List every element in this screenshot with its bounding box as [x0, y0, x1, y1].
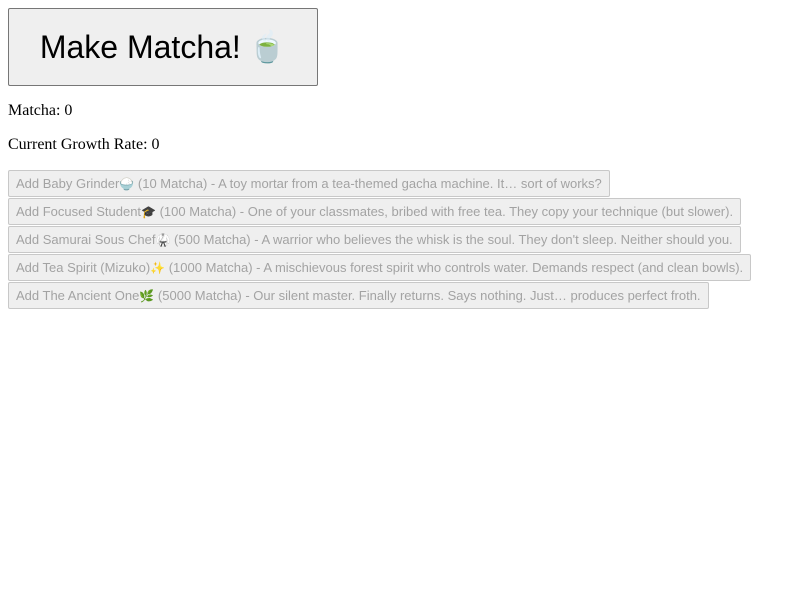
growth-rate-value: 0	[151, 136, 160, 153]
upgrade-description: (500 Matcha) - A warrior who believes th…	[170, 232, 733, 247]
upgrade-description: (5000 Matcha) - Our silent master. Final…	[154, 288, 701, 303]
upgrade-prefix: Add The Ancient One	[16, 288, 140, 303]
upgrade-prefix: Add Baby Grinder	[16, 176, 120, 191]
matcha-count: Matcha: 0	[8, 102, 792, 120]
matcha-count-value: 0	[64, 102, 73, 119]
herb-icon: 🌿	[139, 289, 155, 303]
app-root: Make Matcha! 🍵 Matcha: 0 Current Growth …	[0, 0, 800, 318]
add-ancient-one-button[interactable]: Add The Ancient One🌿 (5000 Matcha) - Our…	[8, 282, 709, 309]
rice-bowl-icon: 🍚	[119, 177, 135, 191]
sparkles-icon: ✨	[150, 261, 166, 275]
upgrade-description: (10 Matcha) - A toy mortar from a tea-th…	[134, 176, 602, 191]
growth-rate: Current Growth Rate: 0	[8, 136, 792, 154]
upgrade-description: (100 Matcha) - One of your classmates, b…	[155, 204, 734, 219]
add-tea-spirit-button[interactable]: Add Tea Spirit (Mizuko)✨ (1000 Matcha) -…	[8, 254, 752, 281]
add-samurai-sous-chef-button[interactable]: Add Samurai Sous Chef🥋 (500 Matcha) - A …	[8, 226, 741, 253]
make-matcha-label: Make Matcha!	[39, 28, 241, 65]
graduation-cap-icon: 🎓	[141, 205, 156, 219]
upgrade-description: (1000 Matcha) - A mischievous forest spi…	[165, 260, 744, 275]
upgrade-prefix: Add Tea Spirit (Mizuko)	[16, 260, 151, 275]
samurai-icon: 🥋	[155, 233, 171, 247]
upgrade-prefix: Add Samurai Sous Chef	[16, 232, 156, 247]
add-baby-grinder-button[interactable]: Add Baby Grinder🍚 (10 Matcha) - A toy mo…	[8, 170, 610, 197]
growth-rate-label: Current Growth Rate:	[8, 136, 152, 153]
tea-cup-icon: 🍵	[248, 30, 287, 64]
matcha-count-label: Matcha:	[8, 102, 65, 119]
add-focused-student-button[interactable]: Add Focused Student🎓 (100 Matcha) - One …	[8, 198, 742, 225]
upgrade-prefix: Add Focused Student	[16, 204, 142, 219]
upgrade-list: Add Baby Grinder🍚 (10 Matcha) - A toy mo…	[8, 170, 792, 310]
make-matcha-button[interactable]: Make Matcha! 🍵	[8, 8, 318, 86]
